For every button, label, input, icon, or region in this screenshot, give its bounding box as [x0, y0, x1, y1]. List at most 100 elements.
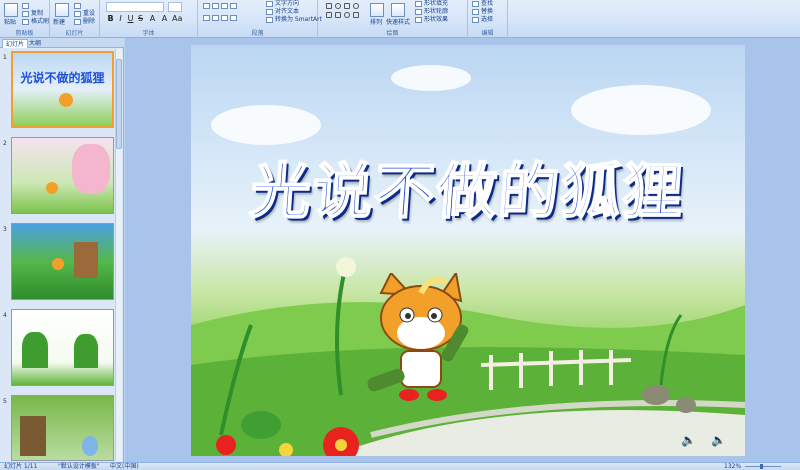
font-group: B I U S A A Aa 字体	[100, 0, 198, 38]
theme-name: "默认设计模板"	[58, 463, 100, 470]
font-group-label: 字体	[142, 30, 155, 37]
ribbon: 粘贴 复制 格式刷 剪贴板 新建 重设 删除 幻灯片 B I U S A A A…	[0, 0, 800, 38]
change-case-icon[interactable]: Aa	[172, 14, 182, 23]
editing-group: 查找 替换 选择 编辑	[468, 0, 508, 38]
copy-label: 复制	[31, 10, 44, 17]
scrollbar-thumb[interactable]	[116, 59, 122, 149]
thumbnail-scrollbar[interactable]	[115, 49, 122, 461]
fox-image	[52, 258, 64, 270]
thumb-title: 光说不做的狐狸	[20, 71, 105, 85]
indent-icon	[221, 2, 228, 9]
cloud-image	[391, 65, 471, 91]
blossom-tree-image	[72, 144, 110, 194]
select-button[interactable]: 选择	[472, 16, 493, 24]
bold-icon[interactable]: B	[106, 14, 115, 23]
shape-fill-label: 形状填充	[424, 0, 449, 7]
select-label: 选择	[481, 16, 494, 23]
slide-editing-area: 光说不做的狐狸 🔈 🔈	[125, 38, 800, 462]
zoom-slider-knob[interactable]	[760, 464, 763, 469]
copy-button[interactable]: 复制	[22, 10, 43, 18]
cut-button[interactable]	[22, 2, 31, 10]
layout-icon	[74, 2, 81, 9]
replace-icon	[472, 8, 479, 15]
format-painter-label: 格式刷	[31, 18, 50, 25]
oval-shape-icon[interactable]	[335, 3, 341, 9]
italic-icon[interactable]: I	[116, 14, 125, 23]
speaker-icon[interactable]: 🔈	[681, 433, 696, 447]
slide-thumbnail-1[interactable]: 光说不做的狐狸	[11, 51, 114, 128]
cloud-image	[571, 85, 711, 135]
triangle-shape-icon[interactable]	[335, 12, 341, 18]
font-color-icon[interactable]: A	[160, 14, 169, 23]
delete-button[interactable]: 删除	[74, 18, 95, 26]
shape-outline-label: 形状轮廓	[424, 8, 449, 15]
textbox-shape-icon[interactable]	[344, 3, 350, 9]
shape-effects-label: 形状效果	[424, 16, 449, 23]
align-text-label: 对齐文本	[275, 8, 300, 15]
fox-character-image	[367, 273, 469, 401]
numbering-icon	[212, 2, 219, 9]
quick-styles-icon[interactable]	[391, 3, 405, 17]
strikethrough-icon[interactable]: S	[136, 14, 145, 23]
new-slide-icon[interactable]	[55, 3, 69, 17]
reset-icon	[74, 10, 81, 17]
convert-smartart-button[interactable]: 转换为 SmartArt	[266, 16, 322, 24]
slide-title[interactable]: 光说不做的狐狸	[191, 143, 745, 230]
select-icon	[472, 16, 479, 23]
format-painter-button[interactable]: 格式刷	[22, 18, 49, 26]
line-spacing-icon	[230, 2, 237, 9]
replace-button[interactable]: 替换	[472, 8, 493, 16]
shape-fill-button[interactable]: 形状填充	[415, 0, 448, 8]
align-right-icon	[221, 14, 228, 21]
zoom-slider[interactable]	[745, 466, 781, 467]
align-buttons[interactable]	[203, 14, 239, 22]
plant-image	[22, 332, 48, 368]
align-text-button[interactable]: 对齐文本	[266, 8, 299, 16]
slide-thumbnail-2[interactable]	[11, 137, 114, 214]
speaker-icon[interactable]: 🔈	[711, 433, 726, 447]
slides-panel: 幻灯片 大纲 1 光说不做的狐狸 2 3 4 5	[0, 38, 124, 462]
quick-styles-button[interactable]: 快速样式	[386, 19, 410, 27]
text-direction-icon	[266, 0, 273, 7]
tree-trunk-image	[20, 416, 46, 456]
zoom-level[interactable]: 132%	[724, 463, 741, 470]
status-bar: 幻灯片 1/11 "默认设计模板" 中文(中国) 132%	[0, 462, 800, 470]
font-size-box[interactable]	[168, 2, 182, 12]
slide-thumbnail-4[interactable]	[11, 309, 114, 386]
drawing-group: 排列 快速样式 形状填充 形状轮廓 形状效果 绘图	[318, 0, 468, 38]
find-button[interactable]: 查找	[472, 0, 493, 8]
arrange-icon[interactable]	[370, 3, 384, 17]
tab-slides[interactable]: 幻灯片	[2, 39, 29, 48]
rabbit-image	[82, 436, 98, 456]
shape-effects-button[interactable]: 形状效果	[415, 16, 448, 24]
slide-canvas[interactable]: 光说不做的狐狸 🔈 🔈	[191, 45, 745, 456]
new-slide-button[interactable]: 新建	[53, 19, 65, 27]
font-size-up-icon[interactable]: A	[148, 14, 157, 23]
arrange-button[interactable]: 排列	[370, 19, 382, 27]
paste-icon[interactable]	[4, 3, 18, 17]
thumb-number: 4	[3, 312, 7, 319]
callout-shape-icon[interactable]	[353, 12, 359, 18]
reset-button[interactable]: 重设	[74, 10, 95, 18]
underline-icon[interactable]: U	[126, 14, 135, 23]
rectangle-shape-icon[interactable]	[326, 3, 332, 9]
copy-icon	[22, 10, 29, 17]
slides-group-label: 幻灯片	[65, 30, 84, 37]
shape-outline-button[interactable]: 形状轮廓	[415, 8, 448, 16]
arrow-shape-icon[interactable]	[326, 12, 332, 18]
star-shape-icon[interactable]	[344, 12, 350, 18]
tab-outline[interactable]: 大纲	[26, 39, 44, 48]
thumb-number: 5	[3, 398, 7, 405]
thumb-number: 1	[3, 54, 7, 61]
shape-outline-icon	[415, 8, 422, 15]
layout-button[interactable]	[74, 2, 83, 10]
slide-thumbnail-5[interactable]	[11, 395, 114, 461]
find-label: 查找	[481, 0, 494, 7]
paste-button[interactable]: 粘贴	[4, 19, 16, 27]
bullets-button[interactable]	[203, 2, 239, 10]
rounded-shape-icon[interactable]	[353, 3, 359, 9]
font-name-box[interactable]	[106, 2, 164, 12]
align-text-icon	[266, 8, 273, 15]
text-direction-button[interactable]: 文字方向	[266, 0, 299, 8]
slide-thumbnail-3[interactable]	[11, 223, 114, 300]
